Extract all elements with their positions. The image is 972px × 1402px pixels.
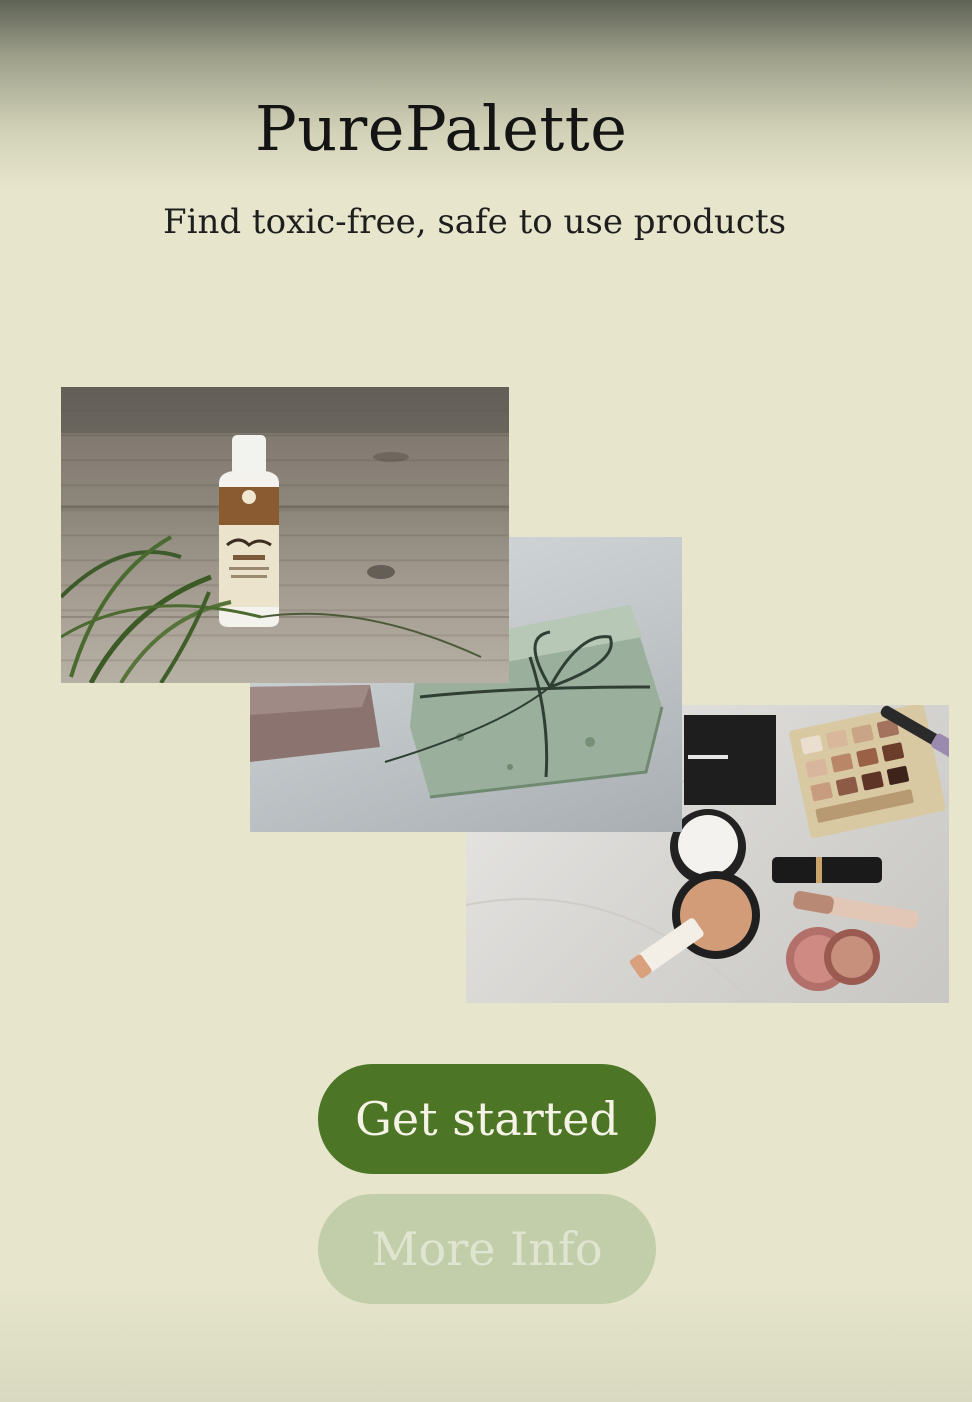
get-started-button[interactable]: Get started <box>318 1064 656 1174</box>
lotion-bottle-illustration <box>61 387 509 683</box>
more-info-button[interactable]: More Info <box>318 1194 656 1304</box>
lotion-bottle-photo <box>61 387 509 683</box>
tagline: Find toxic-free, safe to use products <box>163 202 787 242</box>
app-title: PurePalette <box>255 92 628 165</box>
